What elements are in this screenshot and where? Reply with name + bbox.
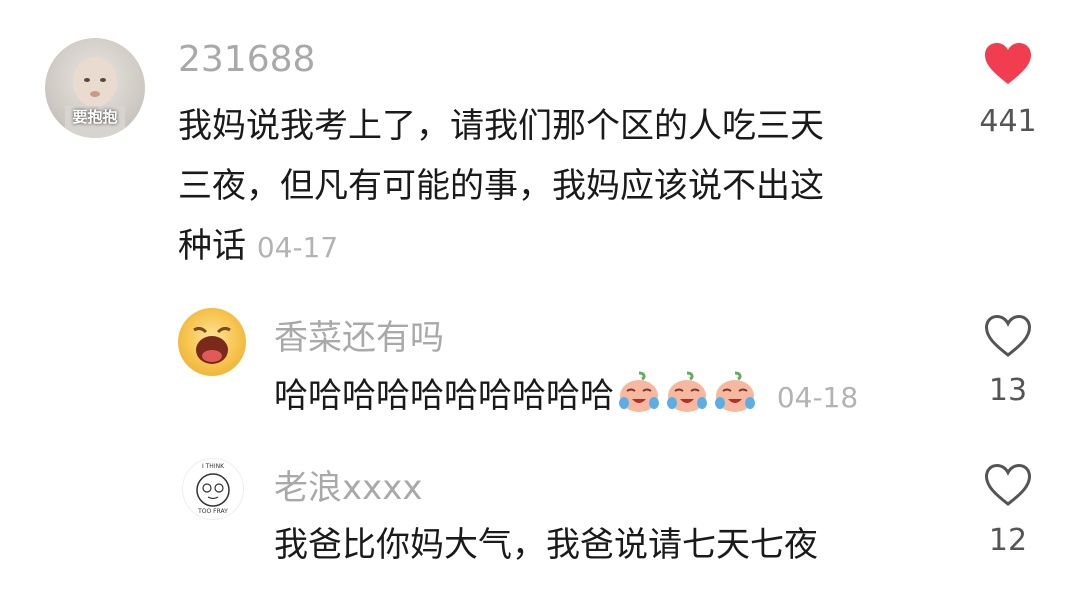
comment-body: 哈哈哈哈哈哈哈哈哈哈 bbox=[274, 376, 614, 416]
avatar-caption-top: I THINK bbox=[201, 463, 225, 470]
avatar-caption-bottom: TOO FRAY bbox=[198, 508, 228, 515]
crying-laugh-emoji-icon bbox=[715, 371, 755, 412]
comment-text: 我妈说我考上了，请我们那个区的人吃三天 三夜，但凡有可能的事，我妈应该说不出这 … bbox=[178, 96, 948, 278]
like-count: 441 bbox=[979, 104, 1037, 139]
username[interactable]: 231688 bbox=[178, 39, 315, 80]
comment-line-last: 种话 04-17 bbox=[178, 216, 948, 278]
username[interactable]: 香菜还有吗 bbox=[274, 310, 444, 359]
comment-line: 三夜，但凡有可能的事，我妈应该说不出这 bbox=[178, 166, 824, 206]
like-count: 13 bbox=[988, 373, 1028, 408]
crying-face-icon bbox=[193, 326, 231, 364]
comment-date: 04-17 bbox=[256, 231, 339, 264]
crying-laugh-emoji-icon bbox=[619, 371, 659, 412]
comment-date: 04-18 bbox=[776, 381, 859, 414]
like-count: 12 bbox=[988, 523, 1028, 558]
comment-text: 我爸比你妈大气，我爸说请七天七夜 bbox=[274, 525, 818, 565]
comment-line-text: 种话 bbox=[178, 226, 246, 266]
avatar[interactable]: 要抱抱 bbox=[45, 38, 145, 138]
heart-filled-icon[interactable] bbox=[984, 42, 1032, 86]
avatar[interactable] bbox=[178, 308, 246, 376]
comment-line: 我妈说我考上了，请我们那个区的人吃三天 bbox=[178, 106, 824, 146]
avatar-caption: 要抱抱 bbox=[72, 108, 118, 126]
heart-outline-icon[interactable] bbox=[984, 314, 1032, 358]
username[interactable]: 老浪xxxx bbox=[274, 460, 422, 509]
avatar[interactable]: I THINK TOO FRAY bbox=[182, 458, 244, 520]
comment-text: 哈哈哈哈哈哈哈哈哈哈 04-18 bbox=[274, 368, 858, 426]
crying-laugh-emoji-icon bbox=[667, 371, 707, 412]
heart-outline-icon[interactable] bbox=[984, 463, 1032, 507]
